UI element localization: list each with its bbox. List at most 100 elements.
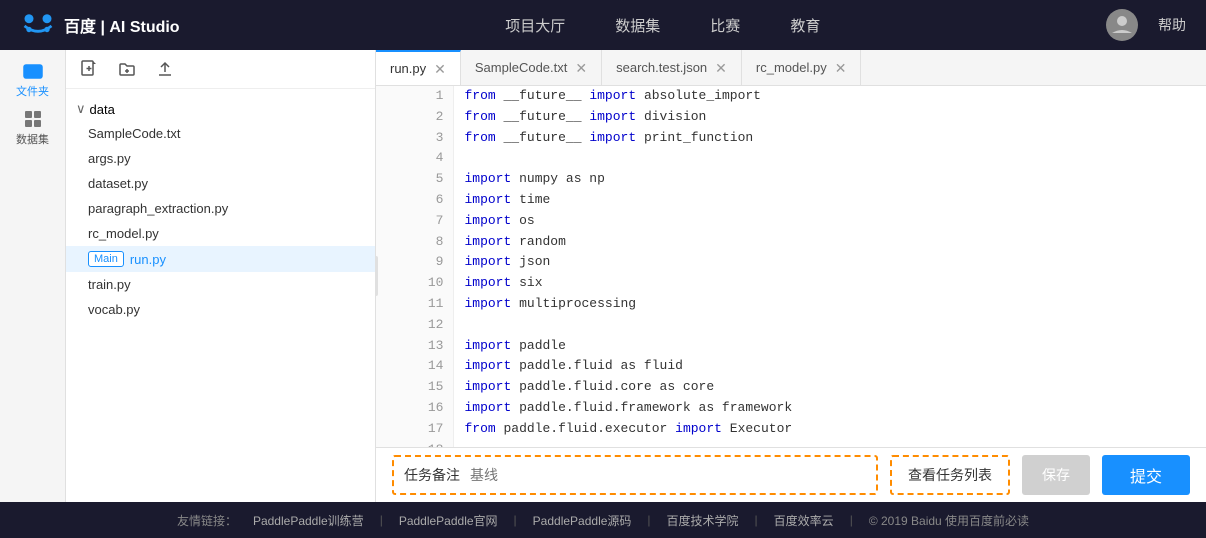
footer-divider: | [380, 513, 383, 527]
new-folder-button[interactable] [114, 56, 140, 82]
footer-divider: | [514, 513, 517, 527]
folder-data[interactable]: ∨ data [66, 97, 375, 121]
line-number: 3 [376, 128, 454, 149]
file-name: run.py [130, 252, 166, 267]
baseline-input[interactable] [470, 458, 866, 492]
footer: 友情链接： PaddlePaddle训练营 | PaddlePaddle官网 |… [0, 502, 1206, 538]
table-row: 16import paddle.fluid.framework as frame… [376, 398, 1206, 419]
line-code: import six [454, 273, 1206, 294]
sidebar: 文件夹 数据集 [0, 50, 66, 502]
footer-link-paddle-official[interactable]: PaddlePaddle官网 [399, 512, 498, 529]
line-number: 12 [376, 315, 454, 336]
table-row: 13import paddle [376, 336, 1206, 357]
tab-label: rc_model.py [756, 60, 827, 75]
tab-close-icon[interactable]: ✕ [715, 61, 727, 75]
list-item[interactable]: SampleCode.txt [66, 121, 375, 146]
table-row: 11import multiprocessing [376, 294, 1206, 315]
logo-text: 百度 | AI Studio [64, 13, 180, 37]
tab-samplecode[interactable]: SampleCode.txt ✕ [461, 50, 602, 85]
line-number: 5 [376, 169, 454, 190]
list-item[interactable]: dataset.py [66, 171, 375, 196]
line-number: 4 [376, 148, 454, 169]
list-item[interactable]: train.py [66, 272, 375, 297]
folder-icon [23, 61, 43, 81]
panel-collapse-arrow[interactable]: ◀ [376, 256, 378, 296]
nav-item-projects[interactable]: 项目大厅 [505, 15, 565, 36]
task-input-area: 任务备注 [392, 455, 878, 495]
tab-close-icon[interactable]: ✕ [434, 62, 446, 76]
line-number: 6 [376, 190, 454, 211]
table-row: 2from __future__ import division [376, 107, 1206, 128]
table-row: 1from __future__ import absolute_import [376, 86, 1206, 107]
nav-item-education[interactable]: 教育 [790, 15, 820, 36]
sidebar-files-label: 文件夹 [16, 83, 49, 99]
tab-label: SampleCode.txt [475, 60, 568, 75]
user-avatar-icon [1110, 13, 1134, 37]
submit-button[interactable]: 提交 [1102, 455, 1190, 495]
line-number: 7 [376, 211, 454, 232]
tab-label: run.py [390, 61, 426, 76]
tabs-bar: run.py ✕ SampleCode.txt ✕ search.test.js… [376, 50, 1206, 86]
nav-item-competition[interactable]: 比赛 [710, 15, 740, 36]
sidebar-item-files[interactable]: 文件夹 [13, 60, 53, 100]
list-item[interactable]: paragraph_extraction.py [66, 196, 375, 221]
new-file-button[interactable] [76, 56, 102, 82]
line-number: 8 [376, 232, 454, 253]
view-tasks-button[interactable]: 查看任务列表 [890, 455, 1010, 495]
footer-link-paddle-camp[interactable]: PaddlePaddle训练营 [253, 512, 364, 529]
line-code [454, 315, 1206, 336]
table-row: 9import json [376, 252, 1206, 273]
avatar[interactable] [1106, 9, 1138, 41]
line-code: import paddle.fluid as fluid [454, 356, 1206, 377]
list-item[interactable]: rc_model.py [66, 221, 375, 246]
tab-label: search.test.json [616, 60, 707, 75]
tab-rc-model[interactable]: rc_model.py ✕ [742, 50, 862, 85]
file-name: vocab.py [88, 302, 140, 317]
list-item[interactable]: vocab.py [66, 297, 375, 322]
sidebar-datasets-label: 数据集 [16, 131, 49, 147]
line-code: import time [454, 190, 1206, 211]
code-content: 1from __future__ import absolute_import2… [376, 86, 1206, 447]
list-item-active[interactable]: Main run.py [66, 246, 375, 272]
footer-link-baidu-tech[interactable]: 百度技术学院 [667, 512, 739, 529]
line-number: 10 [376, 273, 454, 294]
line-number: 13 [376, 336, 454, 357]
grid-icon [23, 109, 43, 129]
new-file-icon [80, 60, 98, 78]
line-number: 18 [376, 440, 454, 447]
footer-link-baidu-cloud[interactable]: 百度效率云 [774, 512, 834, 529]
sidebar-item-datasets[interactable]: 数据集 [13, 108, 53, 148]
line-code: from paddle.fluid.executor import Execut… [454, 419, 1206, 440]
line-code: import paddle.fluid.framework as framewo… [454, 398, 1206, 419]
file-name: args.py [88, 151, 131, 166]
line-number: 15 [376, 377, 454, 398]
line-code: from __future__ import division [454, 107, 1206, 128]
save-button[interactable]: 保存 [1022, 455, 1090, 495]
table-row: 3from __future__ import print_function [376, 128, 1206, 149]
line-code: from __future__ import print_function [454, 128, 1206, 149]
help-link[interactable]: 帮助 [1158, 15, 1186, 35]
table-row: 18 [376, 440, 1206, 447]
line-code [454, 440, 1206, 447]
tab-close-icon[interactable]: ✕ [835, 61, 847, 75]
file-name: rc_model.py [88, 226, 159, 241]
tab-close-icon[interactable]: ✕ [575, 61, 587, 75]
line-code: import multiprocessing [454, 294, 1206, 315]
logo: 百度 | AI Studio [20, 11, 180, 39]
upload-button[interactable] [152, 56, 178, 82]
code-editor[interactable]: 1from __future__ import absolute_import2… [376, 86, 1206, 447]
line-code: import json [454, 252, 1206, 273]
folder-name: data [90, 102, 115, 117]
nav-item-datasets[interactable]: 数据集 [615, 15, 660, 36]
footer-copyright: © 2019 Baidu 使用百度前必读 [869, 512, 1029, 529]
file-panel: ∨ data SampleCode.txt args.py dataset.py… [66, 50, 376, 502]
footer-link-paddle-source[interactable]: PaddlePaddle源码 [533, 512, 632, 529]
upload-icon [156, 60, 174, 78]
list-item[interactable]: args.py [66, 146, 375, 171]
folder-arrow-icon: ∨ [76, 101, 86, 117]
header-right: 帮助 [1106, 9, 1186, 41]
line-number: 16 [376, 398, 454, 419]
tab-search-test[interactable]: search.test.json ✕ [602, 50, 742, 85]
line-code: import os [454, 211, 1206, 232]
tab-run-py[interactable]: run.py ✕ [376, 50, 461, 85]
